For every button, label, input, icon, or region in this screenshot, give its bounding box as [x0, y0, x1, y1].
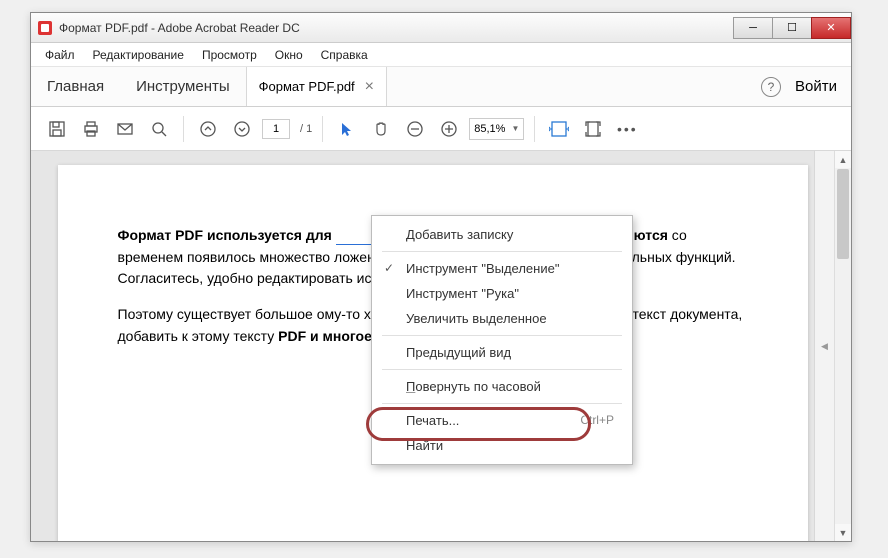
ctx-previous-view[interactable]: Предыдущий вид	[372, 340, 632, 365]
ctx-find[interactable]: Найти	[372, 433, 632, 458]
close-button[interactable]: ✕	[811, 17, 851, 39]
toolbar: / 1 85,1% ▼ •••	[31, 107, 851, 151]
context-menu: Добавить записку ✓Инструмент "Выделение"…	[371, 215, 633, 465]
ctx-separator	[382, 403, 622, 404]
window-buttons: ─ ☐ ✕	[734, 17, 851, 39]
ctx-zoom-selection[interactable]: Увеличить выделенное	[372, 306, 632, 331]
tab-home[interactable]: Главная	[31, 67, 120, 106]
mail-icon[interactable]	[111, 115, 139, 143]
page-up-icon[interactable]	[194, 115, 222, 143]
scroll-up-icon[interactable]: ▲	[835, 151, 851, 168]
pointer-tool-icon[interactable]	[333, 115, 361, 143]
login-button[interactable]: Войти	[795, 78, 837, 95]
menu-help[interactable]: Справка	[313, 46, 376, 64]
tab-close-icon[interactable]: ×	[365, 79, 374, 95]
ctx-tool-select[interactable]: ✓Инструмент "Выделение"	[372, 256, 632, 281]
tools-pane-toggle[interactable]	[814, 151, 834, 541]
ctx-separator	[382, 369, 622, 370]
search-icon[interactable]	[145, 115, 173, 143]
save-icon[interactable]	[43, 115, 71, 143]
ctx-print[interactable]: Печать...Ctrl+P	[372, 408, 632, 433]
doc-tab-group: Формат PDF.pdf ×	[246, 67, 387, 106]
menu-file[interactable]: Файл	[37, 46, 83, 64]
tabbar-right: ? Войти	[747, 67, 851, 106]
tab-tools[interactable]: Инструменты	[120, 67, 246, 106]
app-icon	[37, 20, 53, 36]
menubar: Файл Редактирование Просмотр Окно Справк…	[31, 43, 851, 67]
ctx-rotate-clockwise[interactable]: Повернуть по часовой	[372, 374, 632, 399]
fit-width-icon[interactable]	[545, 115, 573, 143]
hand-tool-icon[interactable]	[367, 115, 395, 143]
menu-edit[interactable]: Редактирование	[85, 46, 192, 64]
zoom-out-icon[interactable]	[401, 115, 429, 143]
zoom-select[interactable]: 85,1% ▼	[469, 118, 524, 140]
tab-document[interactable]: Формат PDF.pdf ×	[247, 67, 387, 106]
shortcut-label: Ctrl+P	[580, 413, 614, 428]
ctx-tool-hand[interactable]: Инструмент "Рука"	[372, 281, 632, 306]
titlebar: Формат PDF.pdf - Adobe Acrobat Reader DC…	[31, 13, 851, 43]
ctx-add-note[interactable]: Добавить записку	[372, 222, 632, 247]
ctx-separator	[382, 251, 622, 252]
tab-document-label: Формат PDF.pdf	[259, 79, 355, 94]
check-icon: ✓	[384, 261, 394, 275]
menu-window[interactable]: Окно	[267, 46, 311, 64]
page-total-label: / 1	[300, 123, 312, 135]
page-number-input[interactable]	[262, 119, 290, 139]
ctx-separator	[382, 335, 622, 336]
help-icon[interactable]: ?	[761, 77, 781, 97]
maximize-button[interactable]: ☐	[772, 17, 812, 39]
minimize-button[interactable]: ─	[733, 17, 773, 39]
chevron-down-icon: ▼	[511, 124, 519, 133]
menu-view[interactable]: Просмотр	[194, 46, 265, 64]
vertical-scrollbar[interactable]: ▲ ▼	[834, 151, 851, 541]
page-down-icon[interactable]	[228, 115, 256, 143]
window-title: Формат PDF.pdf - Adobe Acrobat Reader DC	[59, 21, 734, 35]
fit-page-icon[interactable]	[579, 115, 607, 143]
zoom-value: 85,1%	[474, 123, 505, 135]
zoom-in-icon[interactable]	[435, 115, 463, 143]
more-tools-icon[interactable]: •••	[613, 115, 641, 143]
scroll-down-icon[interactable]: ▼	[835, 524, 851, 541]
scroll-thumb[interactable]	[837, 169, 849, 259]
print-icon[interactable]	[77, 115, 105, 143]
tabbar: Главная Инструменты Формат PDF.pdf × ? В…	[31, 67, 851, 107]
